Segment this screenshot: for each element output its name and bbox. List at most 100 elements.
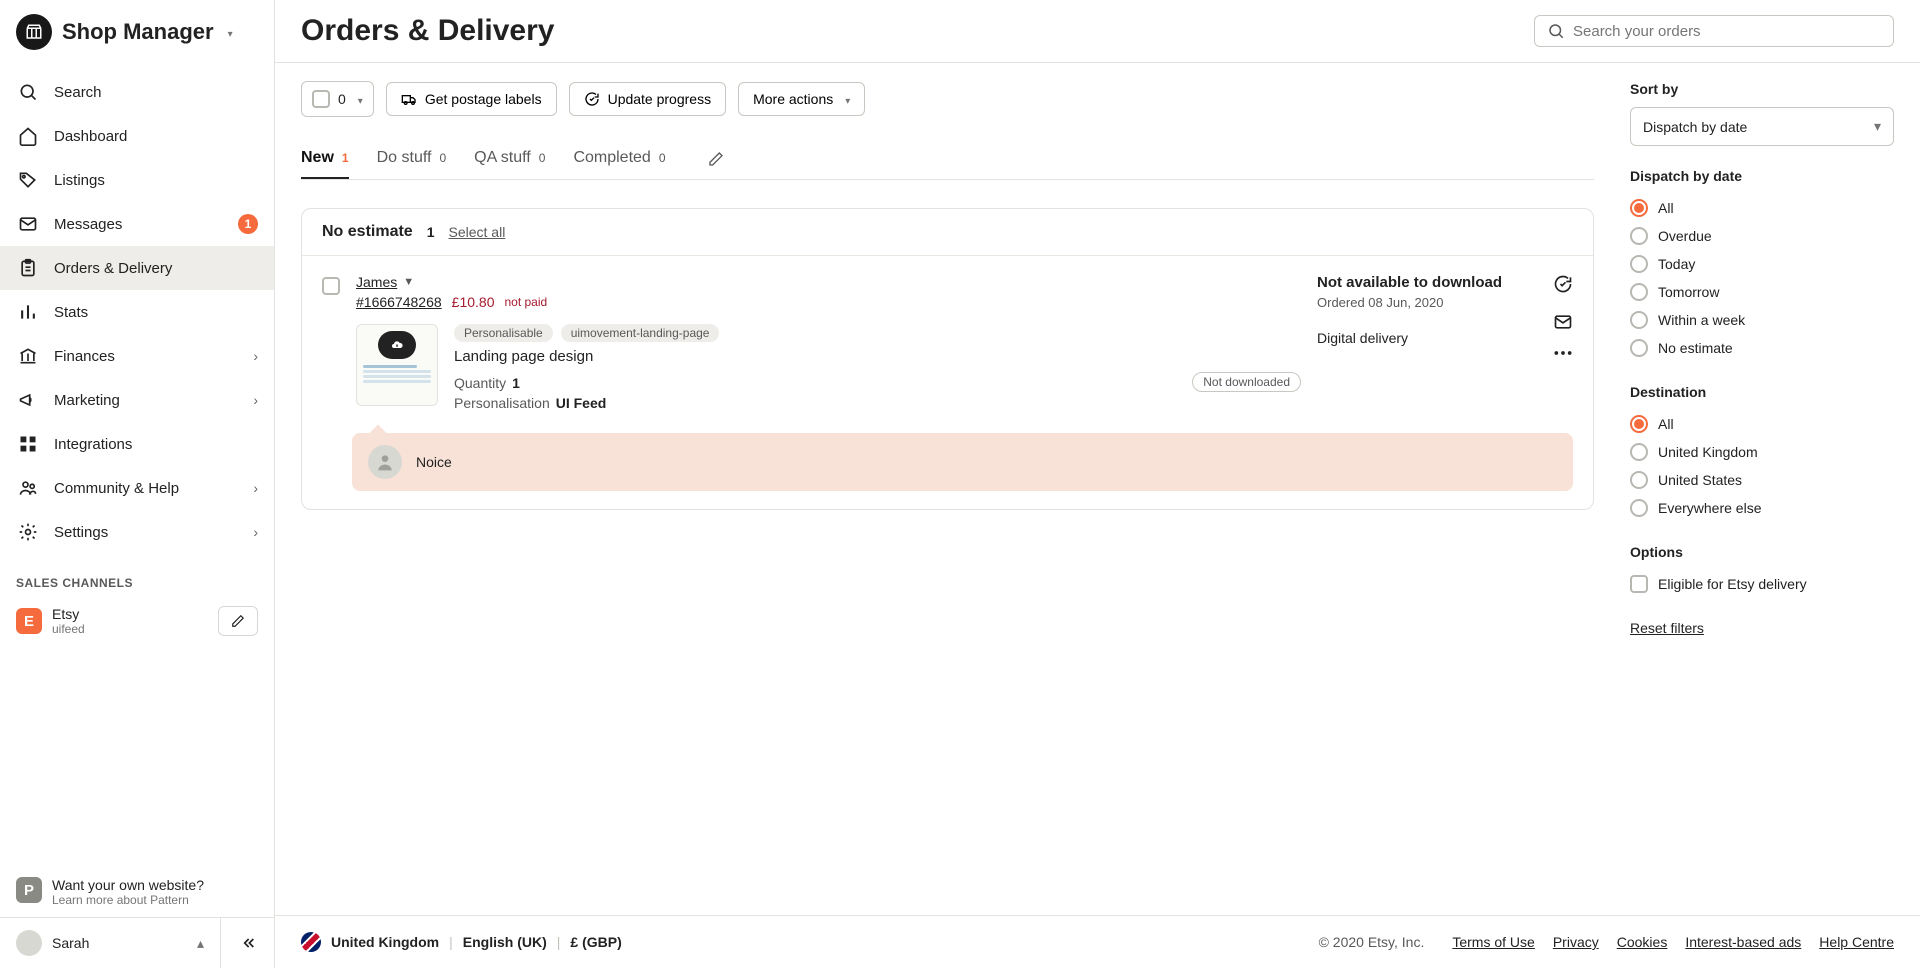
checkbox-label: Eligible for Etsy delivery xyxy=(1658,576,1807,592)
dispatch-radio-overdue[interactable]: Overdue xyxy=(1630,222,1894,250)
radio-icon xyxy=(1630,255,1648,273)
dispatch-radio-no-estimate[interactable]: No estimate xyxy=(1630,334,1894,362)
dispatch-radio-all[interactable]: All xyxy=(1630,194,1894,222)
shop-manager-dropdown[interactable]: Shop Manager xyxy=(0,0,274,64)
footer-language[interactable]: English (UK) xyxy=(463,934,547,950)
chevron-right-icon: › xyxy=(253,480,258,496)
more-actions-button[interactable]: More actions xyxy=(738,82,865,116)
nav-marketing[interactable]: Marketing › xyxy=(0,378,274,422)
radio-icon xyxy=(1630,311,1648,329)
sort-value: Dispatch by date xyxy=(1643,119,1747,135)
pattern-sub: Learn more about Pattern xyxy=(52,893,258,907)
tag-personalisable: Personalisable xyxy=(454,324,553,342)
footer-copyright: © 2020 Etsy, Inc. xyxy=(1319,934,1425,950)
edit-tabs-button[interactable] xyxy=(700,143,732,175)
destination-radio-united-kingdom[interactable]: United Kingdom xyxy=(1630,438,1894,466)
tag-icon xyxy=(16,168,40,192)
messages-badge: 1 xyxy=(238,214,258,234)
search-input[interactable] xyxy=(1573,23,1881,40)
nav-label: Marketing xyxy=(54,392,239,409)
tab-label: QA stuff xyxy=(474,149,531,167)
mail-icon[interactable] xyxy=(1553,312,1573,332)
cloud-download-icon xyxy=(378,331,416,359)
ordered-date: Ordered 08 Jun, 2020 xyxy=(1317,295,1537,310)
channel-etsy[interactable]: E Etsy uifeed xyxy=(0,598,274,644)
nav-listings[interactable]: Listings xyxy=(0,158,274,202)
chevron-down-icon xyxy=(841,91,850,107)
nav-finances[interactable]: Finances › xyxy=(0,334,274,378)
gear-icon xyxy=(16,520,40,544)
clipboard-icon xyxy=(16,256,40,280)
people-icon xyxy=(16,476,40,500)
select-all-checkbox[interactable] xyxy=(312,90,330,108)
nav-label: Search xyxy=(54,84,258,101)
eligible-etsy-delivery-checkbox[interactable]: Eligible for Etsy delivery xyxy=(1630,570,1894,598)
footer-region[interactable]: United Kingdom xyxy=(331,934,439,950)
stats-icon xyxy=(16,300,40,324)
order-price: £10.80 xyxy=(452,294,495,310)
footer: United Kingdom | English (UK) | £ (GBP) … xyxy=(275,915,1920,968)
nav-dashboard[interactable]: Dashboard xyxy=(0,114,274,158)
dispatch-radio-tomorrow[interactable]: Tomorrow xyxy=(1630,278,1894,306)
nav-orders-delivery[interactable]: Orders & Delivery xyxy=(0,246,274,290)
dispatch-radio-within-a-week[interactable]: Within a week xyxy=(1630,306,1894,334)
tab-qa-stuff[interactable]: QA stuff 0 xyxy=(474,139,545,179)
order-id[interactable]: #1666748268 xyxy=(356,294,442,310)
item-name[interactable]: Landing page design xyxy=(454,348,1176,365)
mail-icon xyxy=(16,212,40,236)
item-thumbnail[interactable] xyxy=(356,324,438,406)
collapse-sidebar-button[interactable] xyxy=(220,918,274,968)
get-postage-button[interactable]: Get postage labels xyxy=(386,82,557,116)
tab-completed[interactable]: Completed 0 xyxy=(573,139,665,179)
radio-icon xyxy=(1630,415,1648,433)
nav-community[interactable]: Community & Help › xyxy=(0,466,274,510)
nav-messages[interactable]: Messages 1 xyxy=(0,202,274,246)
nav-settings[interactable]: Settings › xyxy=(0,510,274,554)
dispatch-radio-today[interactable]: Today xyxy=(1630,250,1894,278)
destination-radio-everywhere-else[interactable]: Everywhere else xyxy=(1630,494,1894,522)
nav-stats[interactable]: Stats xyxy=(0,290,274,334)
reset-filters-link[interactable]: Reset filters xyxy=(1630,620,1894,636)
order-checkbox[interactable] xyxy=(322,277,340,295)
footer-currency[interactable]: £ (GBP) xyxy=(570,934,621,950)
destination-radio-united-states[interactable]: United States xyxy=(1630,466,1894,494)
selected-count: 0 xyxy=(338,91,346,107)
refresh-icon[interactable] xyxy=(1553,274,1573,294)
sort-by-dropdown[interactable]: Dispatch by date ▾ xyxy=(1630,107,1894,146)
page-title: Orders & Delivery xyxy=(301,14,1534,48)
tab-count: 0 xyxy=(659,151,666,165)
avatar xyxy=(16,930,42,956)
select-count-dropdown[interactable]: 0 xyxy=(301,81,374,117)
private-note[interactable]: Noice xyxy=(352,433,1573,491)
footer-link-privacy[interactable]: Privacy xyxy=(1553,934,1599,950)
buyer-name[interactable]: James xyxy=(356,274,397,290)
nav-search[interactable]: Search xyxy=(0,70,274,114)
topbar: Orders & Delivery xyxy=(275,0,1920,63)
tab-label: Completed xyxy=(573,149,650,167)
select-all-link[interactable]: Select all xyxy=(449,224,506,240)
channel-edit-button[interactable] xyxy=(218,606,258,636)
nav: Search Dashboard Listings Messages 1 Ord… xyxy=(0,64,274,560)
channel-sub: uifeed xyxy=(52,622,208,636)
chevron-down-icon: ▾ xyxy=(1874,118,1881,135)
chevron-down-icon[interactable]: ▼ xyxy=(403,276,414,288)
user-menu[interactable]: Sarah ▴ xyxy=(0,918,220,968)
tab-do-stuff[interactable]: Do stuff 0 xyxy=(377,139,447,179)
pattern-promo[interactable]: P Want your own website? Learn more abou… xyxy=(0,867,274,917)
pattern-initial: P xyxy=(16,877,42,903)
radio-label: Overdue xyxy=(1658,228,1712,244)
button-label: Get postage labels xyxy=(425,91,542,107)
tabs: New 1 Do stuff 0 QA stuff 0 Completed 0 xyxy=(301,139,1594,180)
update-progress-button[interactable]: Update progress xyxy=(569,82,727,116)
footer-link-cookies[interactable]: Cookies xyxy=(1617,934,1668,950)
destination-radio-all[interactable]: All xyxy=(1630,410,1894,438)
radio-label: No estimate xyxy=(1658,340,1733,356)
footer-link-help-centre[interactable]: Help Centre xyxy=(1819,934,1894,950)
order-search[interactable] xyxy=(1534,15,1894,47)
more-icon[interactable] xyxy=(1553,350,1573,356)
nav-label: Messages xyxy=(54,216,224,233)
footer-link-terms-of-use[interactable]: Terms of Use xyxy=(1452,934,1534,950)
tab-new[interactable]: New 1 xyxy=(301,139,349,179)
nav-integrations[interactable]: Integrations xyxy=(0,422,274,466)
footer-link-interest-based-ads[interactable]: Interest-based ads xyxy=(1685,934,1801,950)
